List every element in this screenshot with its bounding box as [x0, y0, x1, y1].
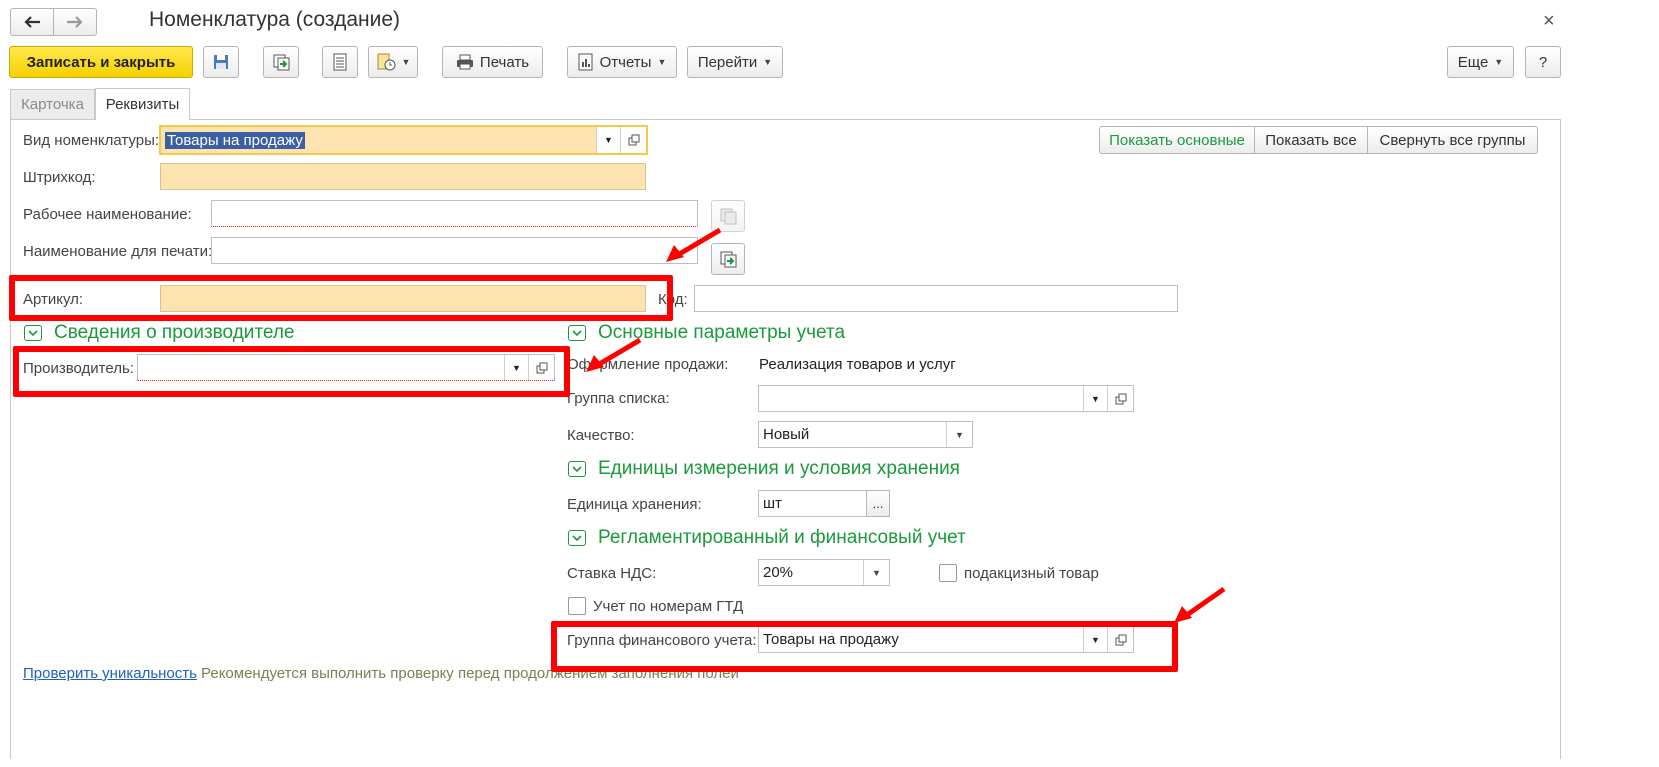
code-field[interactable] [694, 285, 1178, 312]
list-group-field[interactable]: ▼ [758, 385, 1134, 412]
close-icon[interactable]: × [1543, 10, 1555, 33]
chevron-down-icon [568, 530, 586, 546]
annotation-box-producer [13, 346, 570, 397]
print-name-label: Наименование для печати: [23, 243, 213, 260]
tab-requisites[interactable]: Реквизиты [95, 88, 190, 120]
post-button[interactable] [263, 46, 299, 78]
floppy-disk-icon [212, 53, 230, 71]
copy-green-arrow-icon [272, 53, 290, 71]
annotation-arrow-producer [586, 337, 642, 372]
gtd-label: Учет по номерам ГТД [593, 598, 744, 615]
chevron-down-icon[interactable]: ▼ [863, 560, 889, 585]
quality-select[interactable]: Новый ▼ [758, 421, 973, 448]
excise-checkbox[interactable] [939, 564, 957, 582]
excise-label: подакцизный товар [964, 565, 1099, 582]
save-button[interactable] [203, 46, 239, 78]
collapse-groups-button[interactable]: Свернуть все группы [1367, 126, 1538, 154]
page-title: Номенклатура (создание) [149, 8, 401, 31]
vat-label: Ставка НДС: [567, 565, 657, 582]
chevron-down-icon: ▼ [401, 57, 411, 67]
annotation-box-fin-group [551, 621, 1178, 672]
tab-active-gap [96, 118, 189, 121]
vat-select[interactable]: 20% ▼ [758, 559, 890, 586]
chevron-down-icon [568, 461, 586, 477]
chevron-down-icon [24, 325, 42, 341]
help-button[interactable]: ? [1525, 46, 1561, 78]
chevron-down-icon: ▼ [763, 57, 773, 67]
goto-button[interactable]: Перейти ▼ [687, 46, 783, 78]
vid-label: Вид номенклатуры: [23, 132, 160, 149]
show-all-button[interactable]: Показать все [1254, 126, 1368, 154]
vid-dropdown[interactable]: ▼ [596, 127, 620, 153]
arrow-left-icon [23, 15, 41, 29]
print-button[interactable]: Печать [442, 46, 543, 78]
print-name-field[interactable] [211, 237, 698, 264]
list-button[interactable] [322, 46, 358, 78]
finance-group-header[interactable]: Регламентированный и финансовый учет [568, 527, 966, 549]
vid-value: Товары на продажу [165, 131, 305, 149]
unit-select-button[interactable]: ... [866, 490, 890, 517]
quality-label: Качество: [567, 427, 635, 444]
list-group-dropdown[interactable]: ▼ [1083, 386, 1107, 411]
open-icon[interactable] [620, 127, 646, 153]
printer-icon [456, 54, 474, 70]
forward-button[interactable] [53, 8, 97, 36]
units-group-header[interactable]: Единицы измерения и условия хранения [568, 458, 960, 480]
chevron-down-icon[interactable]: ▼ [946, 422, 972, 447]
chevron-down-icon: ▼ [657, 57, 667, 67]
annotation-box-article [9, 275, 673, 321]
back-button[interactable] [10, 8, 54, 36]
show-main-button[interactable]: Показать основные [1099, 126, 1255, 154]
list-icon [333, 53, 347, 71]
unit-label: Единица хранения: [567, 496, 702, 513]
gtd-checkbox[interactable] [568, 597, 586, 615]
chevron-down-icon: ▼ [1494, 57, 1504, 67]
report-icon [578, 53, 594, 71]
tab-card[interactable]: Карточка [10, 89, 95, 119]
annotation-arrow-print-name [666, 227, 722, 262]
list-group-label: Группа списка: [567, 390, 670, 407]
reports-button[interactable]: Отчеты ▼ [567, 46, 677, 78]
open-icon[interactable] [1107, 386, 1133, 411]
more-button[interactable]: Еще ▼ [1447, 46, 1514, 78]
arrow-right-icon [66, 15, 84, 29]
barcode-label: Штрихкод: [23, 169, 96, 186]
document-clock-icon [376, 53, 396, 71]
copy-icon [719, 207, 737, 225]
manufacturer-group-header[interactable]: Сведения о производителе [24, 322, 294, 344]
annotation-arrow-fin-group [1174, 586, 1226, 623]
create-based-on-button[interactable]: ▼ [368, 46, 418, 78]
sale-value: Реализация товаров и услуг [759, 356, 956, 373]
work-name-field[interactable] [211, 200, 698, 227]
save-close-button[interactable]: Записать и закрыть [9, 46, 193, 78]
unit-field[interactable]: шт [758, 490, 867, 517]
work-name-label: Рабочее наименование: [23, 206, 192, 223]
vid-field[interactable]: Товары на продажу ▼ [159, 125, 648, 155]
barcode-field[interactable] [160, 163, 646, 190]
check-uniqueness-link[interactable]: Проверить уникальность [23, 665, 197, 682]
